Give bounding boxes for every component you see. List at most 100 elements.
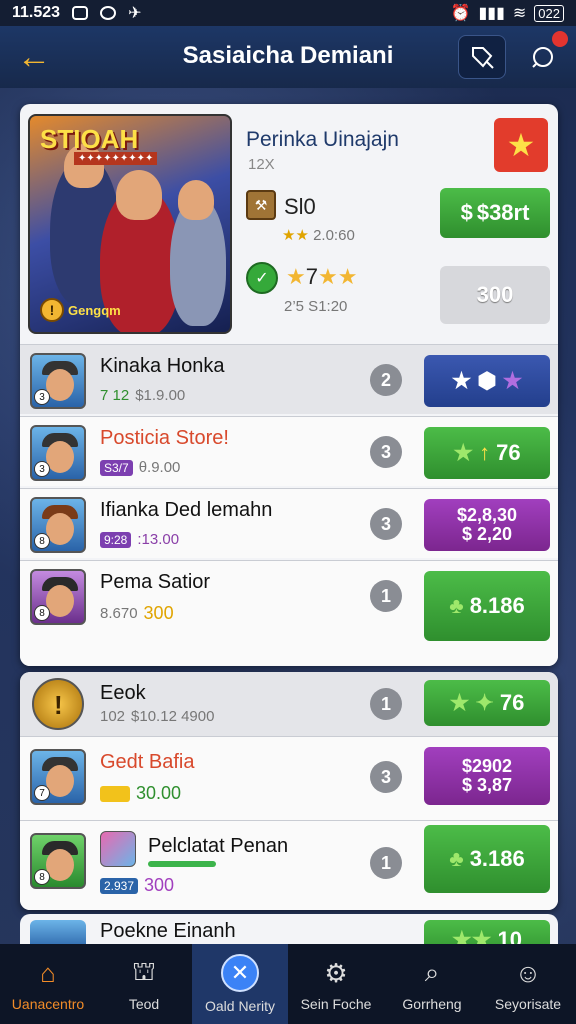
coin-icon: !	[40, 298, 64, 322]
nav-label: Teod	[128, 996, 160, 1012]
featured-buy-button[interactable]: $ $38rt	[440, 188, 550, 238]
check-icon: ✓	[246, 262, 278, 294]
rank-badge: 3	[370, 436, 402, 468]
secondary-panel: ! Eeok 102 $10.12 4900 1 ★ ✦ 76 7 Gedt Bafi…	[20, 672, 558, 910]
castle-icon: ⛫	[132, 955, 156, 986]
avatar	[30, 920, 86, 944]
rank-badge: 2	[370, 364, 402, 396]
buy-button[interactable]: ★★ 10	[424, 920, 550, 944]
rank-badge: 1	[370, 688, 402, 720]
price-button[interactable]: $2902 $ 3,87	[424, 747, 550, 805]
star-icon: ★	[453, 440, 474, 466]
featured-row2-sub: 2’5 S1:20	[284, 298, 348, 315]
list-item[interactable]: 3 Posticia Store! S3/7 θ.9.00 3 ★ ↑ 76	[20, 416, 558, 486]
bottom-nav: ⌂ Uanacentro ⛫ Teod ✕ Oald Nerity ⚙ Sein…	[0, 944, 576, 1024]
nav-item-sein-foche[interactable]: ⚙ Sein Foche	[288, 944, 384, 1024]
chat-icon	[100, 6, 117, 20]
item-name: Kinaka Honka	[100, 355, 225, 377]
item-sub: 102 $10.12 4900	[100, 708, 215, 725]
list-item[interactable]: 8 Ifianka Ded lemahn 9:28:13.00 3 $2,8,3…	[20, 488, 558, 558]
item-name: Pema Satior	[100, 571, 211, 593]
featured-row2-label: ★7★★	[286, 264, 358, 289]
signal-icon: ▮▮▮	[478, 5, 505, 22]
list-item[interactable]: 3 Kinaka Honka 7 12 $1.9.00 2 ★ ⬢ ★	[20, 344, 558, 414]
nav-item-teod[interactable]: ⛫ Teod	[96, 944, 192, 1024]
buy-button[interactable]: ♣ 8.186	[424, 571, 550, 641]
nav-label: Oald Nerity	[204, 998, 276, 1014]
featured-row1-sub: ★★ 2.0:60	[282, 227, 355, 244]
banner-badge-label: Gengqm	[68, 302, 121, 318]
rank-badge: 1	[370, 847, 402, 879]
search-icon: ⌕	[424, 957, 440, 987]
featured-banner[interactable]: STIOAH ✦✦✦✦✦✦✦✦✦ ! Gengqm	[28, 114, 232, 334]
main-panel: STIOAH ✦✦✦✦✦✦✦✦✦ ! Gengqm Perinka Uinaja…	[20, 104, 558, 666]
tag-icon[interactable]	[458, 35, 506, 79]
user-icon: ☺	[514, 957, 542, 988]
alarm-icon: ⏰	[450, 5, 471, 22]
progress-bar	[148, 861, 216, 867]
rank-badge: 3	[370, 761, 402, 793]
nav-label: Uanacentro	[11, 996, 85, 1012]
rank-badge: 3	[370, 508, 402, 540]
featured-sub: 12X	[248, 156, 275, 173]
item-sub: S3/7 θ.9.00	[100, 459, 180, 476]
rank-badge: 1	[370, 580, 402, 612]
buy-button[interactable]: ★ ↑ 76	[424, 427, 550, 479]
bell-icon	[532, 47, 553, 68]
home-icon: ⌂	[40, 957, 56, 988]
avatar: 7	[30, 749, 86, 805]
featured-name: Perinka Uinajajn	[246, 128, 399, 151]
nav-item-seyorisate[interactable]: ☺ Seyorisate	[480, 944, 576, 1024]
item-thumbnail	[100, 831, 136, 867]
status-time: 11.523	[12, 4, 61, 21]
item-name: Poekne Einanh	[100, 920, 236, 942]
item-sub: 30.00	[100, 783, 181, 804]
price-button[interactable]: $2,8,30 $ 2,20	[424, 499, 550, 551]
list-item[interactable]: 7 Gedt Bafia 30.00 3 $2902 $ 3,87	[20, 736, 558, 820]
avatar: 8	[30, 833, 86, 889]
nav-item-home[interactable]: ⌂ Uanacentro	[0, 944, 96, 1024]
stars-button[interactable]: ★ ⬢ ★	[424, 355, 550, 407]
avatar: 3	[30, 425, 86, 481]
list-item[interactable]: Poekne Einanh ★★ 10	[20, 914, 558, 944]
banner-subtitle-strip: ✦✦✦✦✦✦✦✦✦	[74, 152, 158, 165]
item-name: Ifianka Ded lemahn	[100, 499, 273, 521]
banner-title: STIOAH	[40, 124, 139, 154]
status-bar: 11.523 ✈ ⏰ ▮▮▮ ≋ 022	[0, 0, 576, 26]
favorite-star-icon[interactable]: ★	[494, 118, 548, 172]
exclamation-icon: !	[32, 678, 84, 730]
avatar: 3	[30, 353, 86, 409]
buy-button[interactable]: ★ ✦ 76	[424, 680, 550, 726]
banner-badge: ! Gengqm	[40, 298, 121, 322]
wifi-icon: ≋	[512, 5, 527, 22]
nav-item-oald-nerity[interactable]: ✕ Oald Nerity	[192, 944, 288, 1024]
featured-row1-label: Sl0	[284, 194, 316, 219]
gear-icon: ⚙	[324, 957, 348, 988]
app-notification-icon	[72, 6, 89, 20]
item-sub: 8.670 300	[100, 603, 174, 623]
notification-badge	[552, 31, 568, 47]
money-icon: $	[460, 200, 473, 225]
buy-button[interactable]: ♣ 3.186	[424, 825, 550, 893]
nav-item-gorrheng[interactable]: ⌕ Gorrheng	[384, 944, 480, 1024]
close-circle-icon: ✕	[221, 954, 259, 992]
notification-button[interactable]	[520, 31, 568, 79]
nav-label: Sein Foche	[300, 996, 372, 1012]
list-item[interactable]: ! Eeok 102 $10.12 4900 1 ★ ✦ 76	[20, 672, 558, 736]
item-name: Posticia Store!	[100, 427, 229, 449]
avatar: 8	[30, 497, 86, 553]
nav-label: Gorrheng	[402, 996, 462, 1012]
avatar: 8	[30, 569, 86, 625]
clover-icon: ♣	[449, 846, 464, 872]
list-item[interactable]: 8 Pelclatat Penan 2.937 300 1 ♣ 3.186	[20, 820, 558, 910]
item-icon: ⚒	[246, 190, 276, 220]
nav-label: Seyorisate	[494, 996, 562, 1012]
featured-secondary-button[interactable]: 300	[440, 266, 550, 324]
item-sub: 7 12 $1.9.00	[100, 387, 186, 404]
item-name: Pelclatat Penan	[148, 835, 289, 857]
item-name: Gedt Bafia	[100, 751, 195, 773]
top-header: ← Sasiaicha Demiani	[0, 26, 576, 88]
item-sub: 9:28:13.00	[100, 531, 179, 548]
send-icon: ✈	[128, 5, 142, 22]
list-item[interactable]: 8 Pema Satior 8.670 300 1 ♣ 8.186	[20, 560, 558, 666]
